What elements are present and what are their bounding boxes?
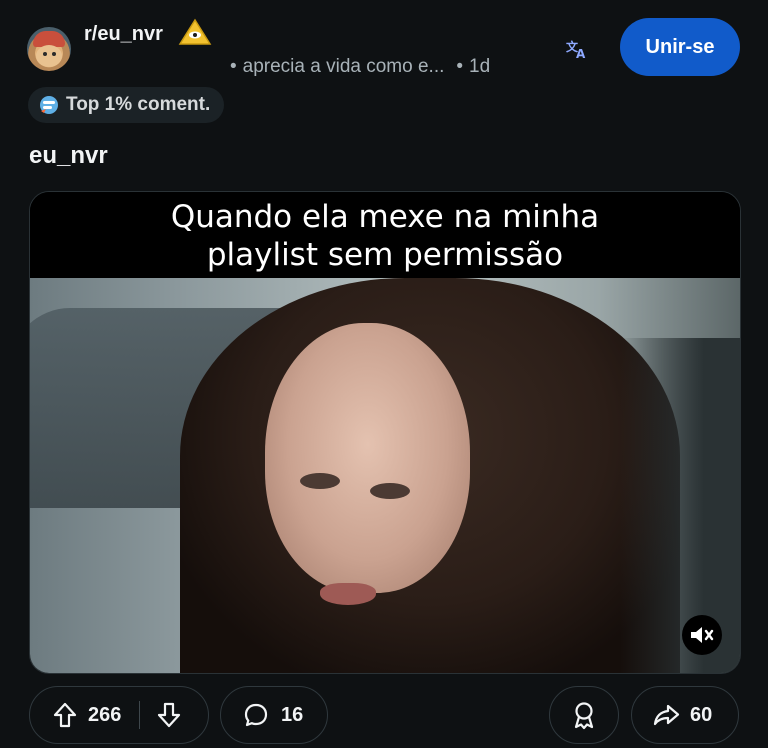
svg-text:A: A [576, 47, 586, 60]
join-button[interactable]: Unir-se [620, 18, 740, 76]
post-title[interactable]: eu_nvr [29, 142, 108, 170]
subreddit-avatar[interactable] [27, 27, 71, 71]
downvote-arrow-icon[interactable] [156, 701, 182, 729]
pyramid-eye-icon [178, 18, 212, 45]
caption-line-1: Quando ela mexe na minha [170, 199, 600, 235]
upvote-arrow-icon[interactable] [52, 701, 78, 729]
share-button[interactable]: 60 [631, 686, 739, 744]
comment-count: 16 [281, 703, 304, 726]
vote-divider [139, 701, 141, 729]
award-button[interactable] [549, 686, 619, 744]
video-frame [30, 278, 740, 673]
post-meta: • aprecia a vida como e... • 1d [230, 56, 491, 77]
user-flair-text[interactable]: aprecia a vida como e... [243, 56, 445, 77]
post-age: 1d [469, 56, 491, 77]
comment-badge-icon [40, 96, 58, 114]
translate-icon[interactable]: 文 A [562, 36, 592, 62]
comment-bubble-icon [243, 702, 269, 728]
subreddit-name[interactable]: r/eu_nvr [84, 23, 163, 46]
comments-button[interactable]: 16 [220, 686, 328, 744]
post-card: r/eu_nvr • aprecia a vida como e... • 1d 文 … [0, 0, 768, 748]
vote-count: 266 [88, 703, 122, 726]
speaker-muted-icon[interactable] [682, 615, 722, 655]
video-caption: Quando ela mexe na minha playlist sem pe… [30, 192, 740, 278]
post-video[interactable]: Quando ela mexe na minha playlist sem pe… [29, 191, 741, 674]
share-arrow-icon [652, 703, 680, 727]
share-count: 60 [690, 703, 713, 726]
caption-line-2: playlist sem permissão [206, 237, 564, 273]
award-icon [574, 702, 594, 730]
top-commenter-badge[interactable]: Top 1% coment. [28, 87, 225, 123]
vote-control: 266 [29, 686, 209, 744]
badge-label: Top 1% coment. [66, 94, 211, 115]
